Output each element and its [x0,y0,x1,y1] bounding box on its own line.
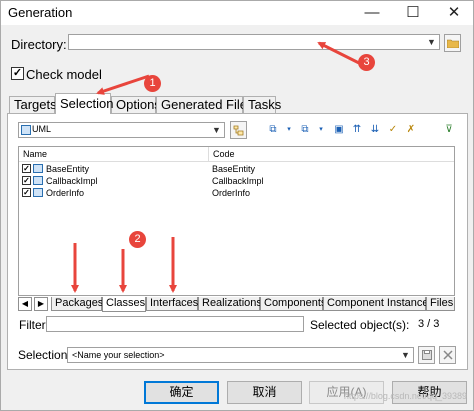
annotation-arrows [71,41,360,293]
annotation-badge-1: 1 [144,75,161,92]
annotation-badge-2: 2 [129,231,146,248]
arrow-to-directory-field [317,41,360,65]
annotation-badge-3: 3 [358,54,375,71]
generation-dialog: Generation — ☐ ✕ Directory: ▼ ✓ Check mo… [0,0,474,411]
arrow-to-selection-tab [96,74,150,95]
